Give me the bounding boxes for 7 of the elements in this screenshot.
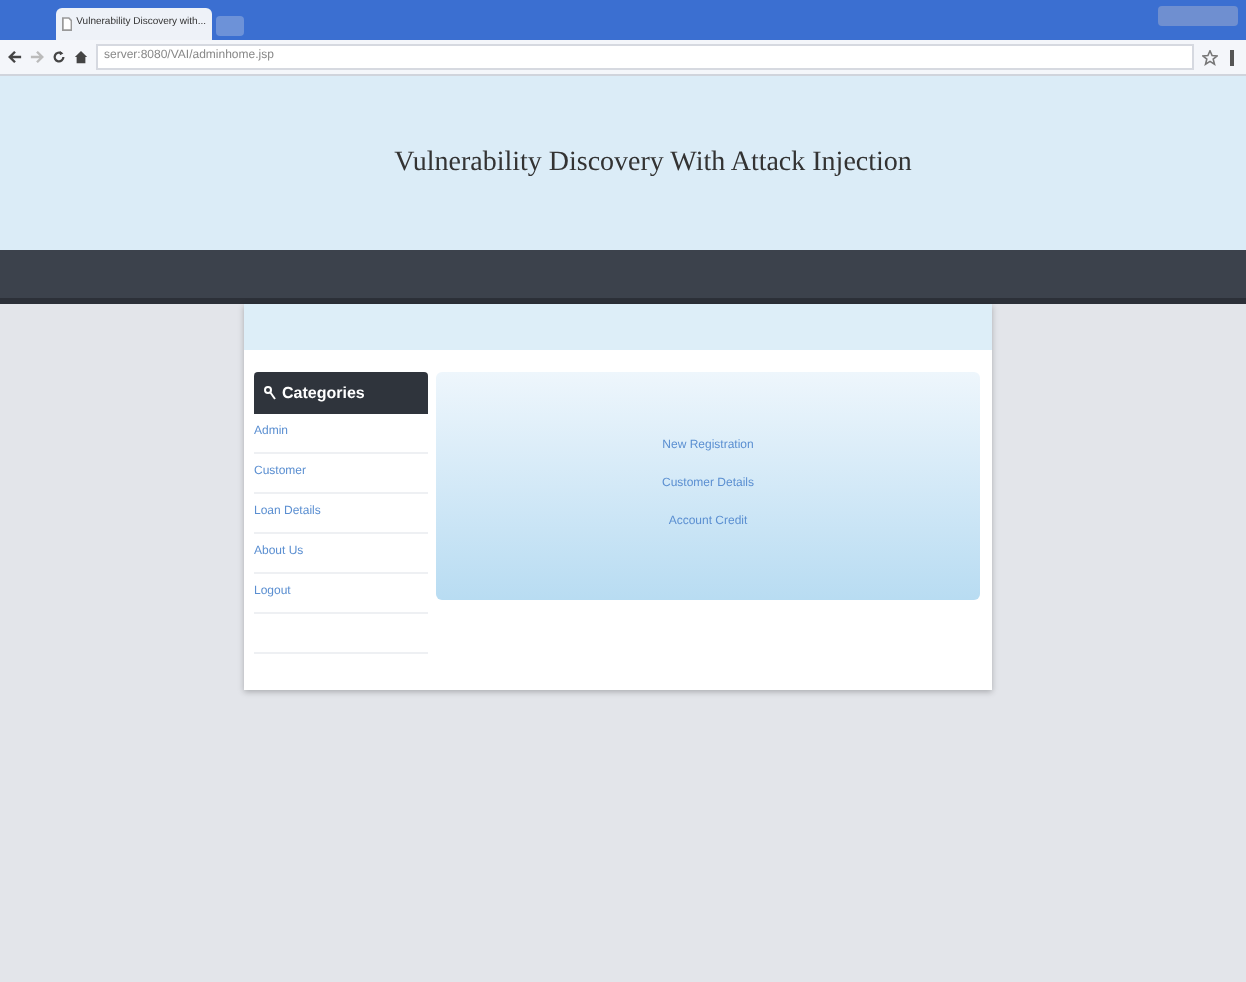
home-icon[interactable] [74,50,88,64]
page-icon [62,16,73,32]
back-icon[interactable] [8,50,22,64]
categories-title: Categories [282,381,365,405]
reload-icon[interactable] [52,50,66,64]
site-title: Vulnerability Discovery With Attack Injection [392,146,912,182]
star-icon[interactable] [1202,49,1218,65]
